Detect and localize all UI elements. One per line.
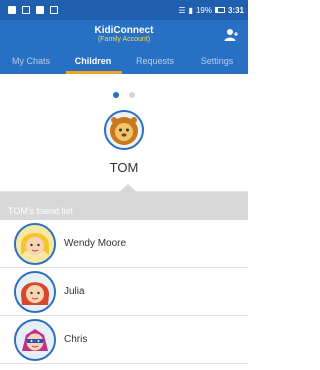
friend-row[interactable]: Julia bbox=[0, 268, 248, 316]
friend-list-header: TOM's friend list bbox=[0, 192, 248, 220]
child-avatar[interactable] bbox=[104, 110, 144, 150]
friend-avatar bbox=[14, 270, 56, 313]
signal-icon: ▮ bbox=[188, 5, 193, 15]
app-header: KidiConnect (Family Account) bbox=[0, 20, 248, 48]
page-dot[interactable] bbox=[129, 92, 135, 98]
friend-avatar bbox=[14, 222, 56, 265]
page-indicator bbox=[0, 92, 248, 98]
tab-settings[interactable]: Settings bbox=[186, 48, 248, 74]
child-selector[interactable]: TOM bbox=[0, 74, 248, 192]
superhero-icon bbox=[16, 320, 54, 359]
message-notification-icon bbox=[50, 6, 58, 14]
add-user-icon[interactable] bbox=[224, 28, 238, 42]
lion-icon bbox=[110, 117, 138, 145]
friend-name: Chris bbox=[64, 334, 88, 345]
wifi-icon: ☰ bbox=[178, 5, 186, 15]
friend-name: Julia bbox=[64, 286, 85, 297]
friend-row[interactable]: Wendy Moore bbox=[0, 220, 248, 268]
tab-requests[interactable]: Requests bbox=[124, 48, 186, 74]
account-type: (Family Account) bbox=[97, 36, 151, 43]
friend-name: Wendy Moore bbox=[64, 238, 127, 249]
status-bar: ☰ ▮ 19% 3:31 bbox=[0, 0, 248, 20]
battery-icon bbox=[214, 7, 225, 13]
notification-icon bbox=[8, 6, 16, 14]
tab-my-chats[interactable]: My Chats bbox=[0, 48, 62, 74]
yellow-hair-girl-icon bbox=[16, 224, 54, 263]
child-name: TOM bbox=[109, 160, 139, 175]
battery-percent: 19% bbox=[195, 5, 212, 15]
notification-icon bbox=[22, 6, 30, 14]
system-icons: ☰ ▮ 19% 3:31 bbox=[178, 6, 244, 15]
app-title: KidiConnect bbox=[94, 25, 154, 36]
page-dot-active[interactable] bbox=[113, 92, 119, 98]
friend-avatar bbox=[14, 318, 56, 361]
clock: 3:31 bbox=[227, 5, 244, 15]
notification-icons bbox=[8, 6, 58, 14]
red-hair-girl-icon bbox=[16, 272, 54, 311]
tab-bar: My Chats Children Requests Settings bbox=[0, 48, 248, 74]
image-notification-icon bbox=[36, 6, 44, 14]
friend-row[interactable]: Chris bbox=[0, 316, 248, 364]
